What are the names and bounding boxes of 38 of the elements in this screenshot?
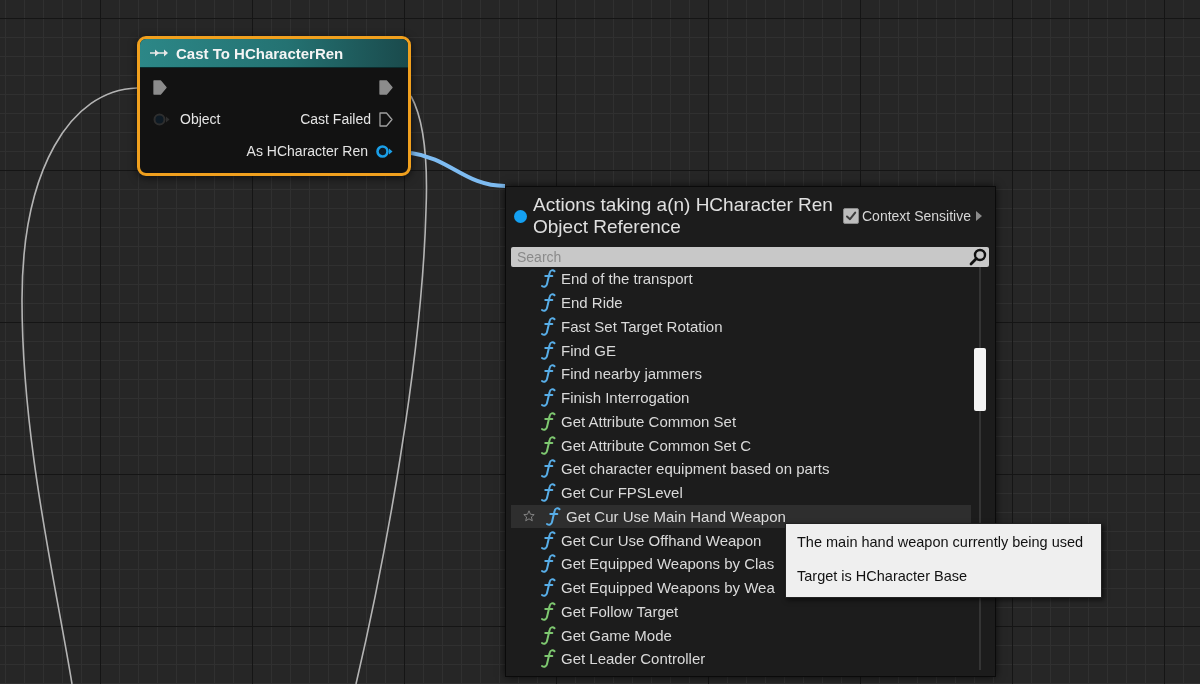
action-item[interactable]: Get Attribute Common Set — [511, 409, 743, 434]
action-item[interactable]: Get character equipment based on parts — [511, 457, 836, 481]
action-item[interactable]: Find GE — [511, 338, 623, 362]
pin-label: Object — [180, 111, 221, 127]
node-title: Cast To HCharacterRen — [176, 44, 344, 62]
cast-node[interactable]: Cast To HCharacterRen Object Cast Failed As HCharacter Ren — [137, 36, 411, 176]
action-item[interactable]: Get Equipped Weapons by Wea — [511, 575, 781, 600]
action-item[interactable]: Finish Interrogation — [511, 385, 696, 410]
action-item[interactable]: Get Equipped Weapons by Clas — [511, 552, 781, 576]
scrollbar-thumb[interactable] — [974, 348, 986, 411]
pin-label: As HCharacter Ren — [246, 143, 368, 159]
caret-icon[interactable] — [975, 211, 982, 221]
exec-pin-icon[interactable] — [153, 79, 167, 95]
action-item[interactable]: Get Follow Target — [511, 599, 685, 624]
dot-icon — [514, 209, 527, 223]
action-item[interactable]: Find nearby jammers — [511, 362, 708, 386]
tooltip-text: Target is HCharacter Base — [797, 567, 969, 585]
data-pin-icon[interactable] — [376, 144, 393, 158]
action-item[interactable]: Get Leader Controller — [511, 647, 712, 671]
menu-title: Actions taking a(n) HCharacter Ren Object Reference — [533, 194, 834, 238]
tooltip-text: The main hand weapon currently being used — [797, 533, 1085, 551]
action-item[interactable]: Get Cur Use Offhand Weapon — [511, 528, 768, 552]
action-item[interactable]: Get Game Mode — [511, 623, 678, 647]
action-item[interactable]: Get Attribute Common Set C — [511, 433, 758, 457]
search-icon[interactable] — [969, 248, 987, 266]
exec-pin-icon[interactable] — [379, 79, 393, 95]
search-field[interactable]: Search — [511, 247, 989, 267]
star-icon[interactable] — [523, 510, 535, 523]
exec-pin-icon[interactable] — [379, 111, 393, 127]
pin-label: Cast Failed — [300, 111, 371, 127]
action-item[interactable]: Get Cur Use Main Hand Weapon — [511, 504, 971, 529]
double-arrow-icon — [149, 48, 169, 58]
action-item[interactable]: Fast Set Target Rotation — [511, 314, 729, 339]
action-item[interactable]: End Ride — [511, 290, 629, 315]
action-item[interactable]: End of the transport — [511, 267, 699, 291]
action-item[interactable]: Get Cur FPSLevel — [511, 480, 689, 505]
checkbox-label[interactable]: Context Sensitive — [862, 208, 971, 224]
checkbox[interactable] — [843, 208, 859, 224]
